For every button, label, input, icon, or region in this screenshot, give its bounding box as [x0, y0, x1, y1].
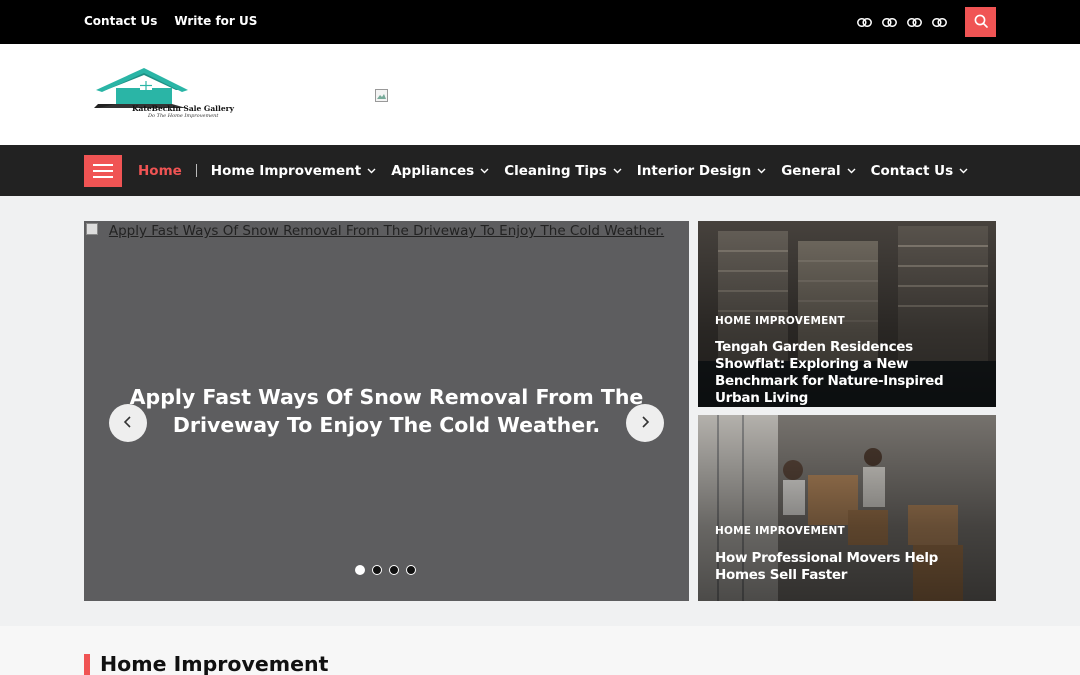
site-header: KateBeckin Sale Gallery Do The Home Impr… — [0, 44, 1080, 145]
site-logo[interactable]: KateBeckin Sale Gallery Do The Home Impr… — [90, 68, 262, 124]
nav-item-cleaning-tips[interactable]: Cleaning Tips — [504, 163, 637, 179]
chevron-down-icon — [959, 168, 968, 174]
broken-image-icon[interactable] — [375, 88, 389, 102]
chevron-down-icon — [757, 168, 766, 174]
logo-tagline: Do The Home Improvement — [148, 113, 219, 119]
section-title: Home Improvement — [100, 652, 329, 675]
link-icon[interactable] — [931, 15, 947, 29]
chevron-right-icon — [640, 414, 650, 433]
nav-item-general[interactable]: General — [781, 163, 870, 179]
slider-next-button[interactable] — [626, 404, 664, 442]
link-icon[interactable] — [856, 15, 872, 29]
house-logo-icon — [94, 68, 188, 108]
chevron-down-icon — [613, 168, 622, 174]
top-link-write-for-us[interactable]: Write for US — [174, 14, 257, 28]
nav-menu: Home Home Improvement Appliances Cleanin… — [138, 145, 983, 196]
nav-item-interior-design[interactable]: Interior Design — [637, 163, 781, 179]
top-bar: Contact Us Write for US — [0, 0, 1080, 44]
logo-brand-text: KateBeckin Sale Gallery — [132, 104, 234, 113]
card-category[interactable]: HOME IMPROVEMENT — [715, 525, 845, 537]
card-title[interactable]: How Professional Movers Help Homes Sell … — [715, 550, 985, 584]
search-icon — [974, 13, 988, 32]
link-icon[interactable] — [906, 15, 922, 29]
chevron-down-icon — [367, 168, 376, 174]
featured-slider[interactable]: Apply Fast Ways Of Snow Removal From The… — [84, 221, 689, 601]
slider-dot[interactable] — [372, 565, 382, 575]
featured-post-card[interactable]: HOME IMPROVEMENT Tengah Garden Residence… — [698, 221, 996, 407]
nav-item-home-improvement[interactable]: Home Improvement — [211, 163, 391, 179]
nav-item-label: Appliances — [391, 162, 475, 179]
search-button[interactable] — [965, 7, 996, 37]
slider-dot[interactable] — [406, 565, 416, 575]
featured-post-card[interactable]: HOME IMPROVEMENT How Professional Movers… — [698, 415, 996, 601]
card-title[interactable]: Tengah Garden Residences Showflat: Explo… — [715, 339, 985, 407]
top-link-contact[interactable]: Contact Us — [84, 14, 157, 28]
nav-item-contact-us[interactable]: Contact Us — [871, 163, 984, 179]
chevron-down-icon — [847, 168, 856, 174]
card-category[interactable]: HOME IMPROVEMENT — [715, 315, 845, 327]
slider-pagination — [355, 565, 416, 575]
nav-item-label: Interior Design — [636, 162, 752, 179]
slide-image-alt-link[interactable]: Apply Fast Ways Of Snow Removal From The… — [84, 223, 689, 239]
slide-caption[interactable]: Apply Fast Ways Of Snow Removal From The… — [84, 383, 689, 439]
top-links: Contact Us Write for US — [84, 14, 257, 28]
social-links — [856, 15, 947, 29]
slider-dot[interactable] — [389, 565, 399, 575]
nav-item-label: General — [781, 162, 841, 179]
hamburger-menu-button[interactable] — [84, 155, 122, 187]
nav-divider — [195, 164, 197, 177]
link-icon[interactable] — [881, 15, 897, 29]
chevron-down-icon — [480, 168, 489, 174]
nav-item-appliances[interactable]: Appliances — [391, 163, 504, 179]
nav-item-label: Home Improvement — [210, 162, 362, 179]
nav-item-label: Cleaning Tips — [504, 162, 607, 179]
nav-item-label: Home — [138, 162, 182, 179]
section-accent-bar — [84, 654, 90, 675]
main-nav: Home Home Improvement Appliances Cleanin… — [0, 145, 1080, 196]
nav-item-label: Contact Us — [870, 162, 954, 179]
nav-item-home[interactable]: Home — [138, 163, 182, 179]
home-improvement-section: Home Improvement — [0, 626, 1080, 675]
slider-dot[interactable] — [355, 565, 365, 575]
chevron-left-icon — [123, 414, 133, 433]
slider-prev-button[interactable] — [109, 404, 147, 442]
